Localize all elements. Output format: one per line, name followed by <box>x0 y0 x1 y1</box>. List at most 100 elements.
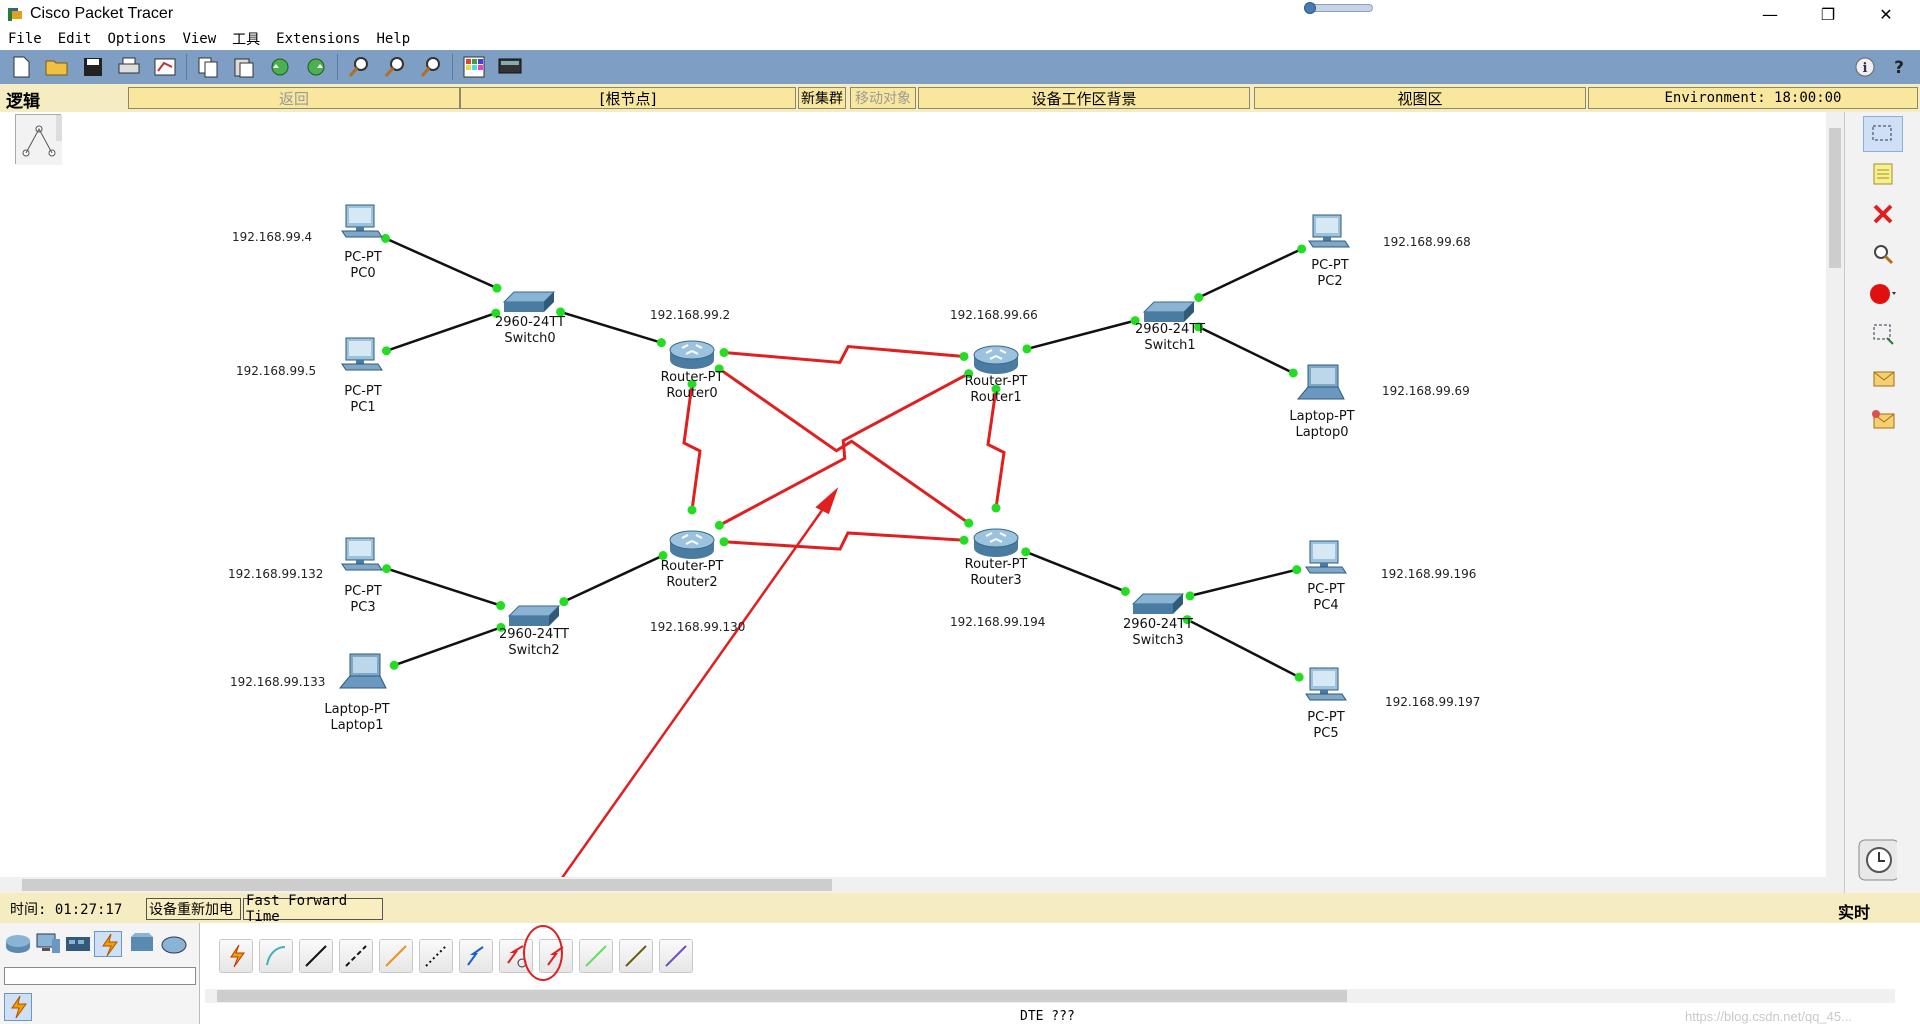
components-category-icon[interactable] <box>64 931 92 957</box>
ip-address-note[interactable]: 192.168.99.2 <box>650 308 730 322</box>
menu-help[interactable]: Help <box>368 31 418 47</box>
add-complex-pdu-icon[interactable] <box>1863 402 1903 438</box>
help-icon[interactable]: ? <box>1884 53 1914 81</box>
link-router1-switch1[interactable] <box>1026 319 1136 351</box>
select-tool-icon[interactable] <box>1863 116 1903 152</box>
fast-forward-time-button[interactable]: Fast Forward Time <box>243 893 383 925</box>
menu-tools[interactable]: 工具 <box>224 29 268 49</box>
network-devices-category-icon[interactable] <box>4 931 32 957</box>
open-folder-icon[interactable] <box>42 53 72 81</box>
zoom-out-icon[interactable] <box>416 53 446 81</box>
coaxial-cable-icon[interactable] <box>459 939 493 973</box>
ip-address-note[interactable]: 192.168.99.194 <box>950 615 1045 629</box>
copper-straight-through-cable-icon[interactable] <box>299 939 333 973</box>
note-tool-icon[interactable] <box>1863 156 1903 192</box>
link-router0-router1[interactable] <box>723 344 965 365</box>
link-router2-router3[interactable] <box>723 531 965 551</box>
move-object-button[interactable]: 移动对象 <box>850 87 916 109</box>
environment-time[interactable]: Environment: 18:00:00 <box>1588 87 1918 109</box>
menu-options[interactable]: Options <box>99 31 174 47</box>
connections-category-icon[interactable] <box>94 931 122 957</box>
router-router1[interactable] <box>973 345 1019 374</box>
ip-address-note[interactable]: 192.168.99.66 <box>950 308 1038 322</box>
pc-pc0[interactable] <box>341 204 383 238</box>
logical-workspace-canvas[interactable]: PC-PT PC0 192.168.99.4 PC-PT PC1 192.168.99.5… <box>0 112 1826 877</box>
restore-button[interactable]: ❐ <box>1800 0 1856 28</box>
logical-view-thumbnail[interactable] <box>15 113 86 165</box>
menu-view[interactable]: View <box>174 31 224 47</box>
zoom-in-icon[interactable] <box>344 53 374 81</box>
power-cycle-devices-button[interactable]: 设备重新加电 <box>146 898 241 920</box>
switch-switch3[interactable] <box>1131 593 1185 614</box>
octal-cable-icon[interactable] <box>579 939 613 973</box>
info-icon[interactable]: i <box>1850 53 1880 81</box>
misc-category-icon[interactable] <box>128 931 156 957</box>
ip-address-note[interactable]: 192.168.99.132 <box>228 567 323 581</box>
usb-cable-icon[interactable] <box>659 939 693 973</box>
link-switch0-router0[interactable] <box>560 310 662 344</box>
selected-category-icon[interactable] <box>4 993 32 1021</box>
router-router3[interactable] <box>973 528 1019 557</box>
end-devices-category-icon[interactable] <box>34 931 62 957</box>
copy-icon[interactable] <box>193 53 223 81</box>
ip-address-note[interactable]: 192.168.99.4 <box>232 230 312 244</box>
ip-address-note[interactable]: 192.168.99.5 <box>236 364 316 378</box>
link-router0-router2[interactable] <box>682 383 702 511</box>
multiuser-category-icon[interactable] <box>160 931 188 957</box>
device-dialog-icon[interactable] <box>495 53 525 81</box>
menu-extensions[interactable]: Extensions <box>268 31 368 47</box>
link-laptop1-switch2[interactable] <box>393 626 502 667</box>
scroll-thumb[interactable] <box>217 990 1347 1002</box>
delete-tool-icon[interactable] <box>1863 196 1903 232</box>
link-router1-router3[interactable] <box>986 388 1006 509</box>
device-search-input[interactable] <box>4 967 196 985</box>
redo-icon[interactable] <box>301 53 331 81</box>
inspect-tool-icon[interactable] <box>1863 236 1903 272</box>
switch-switch0[interactable] <box>502 291 556 312</box>
back-button[interactable]: 返回 <box>128 87 460 109</box>
laptop-laptop1[interactable] <box>338 653 387 689</box>
viewport-button[interactable]: 视图区 <box>1254 87 1586 109</box>
zoom-slider[interactable] <box>1304 2 1373 14</box>
close-button[interactable]: ✕ <box>1858 0 1914 28</box>
canvas-vertical-scrollbar[interactable] <box>1826 112 1844 877</box>
ip-address-note[interactable]: 192.168.99.69 <box>1382 384 1470 398</box>
laptop-laptop0[interactable] <box>1296 364 1345 400</box>
pc-pc2[interactable] <box>1308 214 1350 248</box>
fiber-cable-icon[interactable] <box>379 939 413 973</box>
link-pc1-switch0[interactable] <box>386 311 497 353</box>
realtime-mode-label[interactable]: 实时 <box>1838 899 1870 923</box>
pc-pc4[interactable] <box>1305 540 1347 574</box>
print-icon[interactable] <box>114 53 144 81</box>
switch-switch1[interactable] <box>1142 301 1196 322</box>
root-node-button[interactable]: [根节点] <box>460 87 796 109</box>
cable-list-scrollbar[interactable] <box>205 989 1895 1003</box>
palette-icon[interactable] <box>459 53 489 81</box>
pc-pc1[interactable] <box>341 337 383 371</box>
zoom-reset-icon[interactable] <box>380 53 410 81</box>
workspace-background-button[interactable]: 设备工作区背景 <box>918 87 1250 109</box>
activity-wizard-icon[interactable] <box>150 53 180 81</box>
router-router0[interactable] <box>669 340 715 369</box>
logical-workspace-label[interactable]: 逻辑 <box>6 87 40 112</box>
minimize-button[interactable]: — <box>1742 0 1798 28</box>
menu-file[interactable]: File <box>0 31 50 47</box>
pc-pc5[interactable] <box>1305 667 1347 701</box>
zoom-slider-knob[interactable] <box>1304 2 1316 14</box>
realtime-clock-icon[interactable] <box>1857 839 1897 881</box>
ip-address-note[interactable]: 192.168.99.196 <box>1381 567 1476 581</box>
new-cluster-button[interactable]: 新集群 <box>798 87 846 109</box>
scroll-thumb[interactable] <box>1829 128 1841 268</box>
ip-address-note[interactable]: 192.168.99.68 <box>1383 235 1471 249</box>
pc-pc3[interactable] <box>341 537 383 571</box>
paste-icon[interactable] <box>229 53 259 81</box>
link-switch3-pc5[interactable] <box>1186 618 1300 679</box>
switch-switch2[interactable] <box>507 605 561 626</box>
phone-cable-icon[interactable] <box>419 939 453 973</box>
new-file-icon[interactable] <box>6 53 36 81</box>
iot-custom-cable-icon[interactable] <box>619 939 653 973</box>
draw-shape-icon[interactable] <box>1863 276 1903 312</box>
copper-cross-over-cable-icon[interactable] <box>339 939 373 973</box>
resize-shape-icon[interactable] <box>1863 316 1903 352</box>
undo-icon[interactable] <box>265 53 295 81</box>
